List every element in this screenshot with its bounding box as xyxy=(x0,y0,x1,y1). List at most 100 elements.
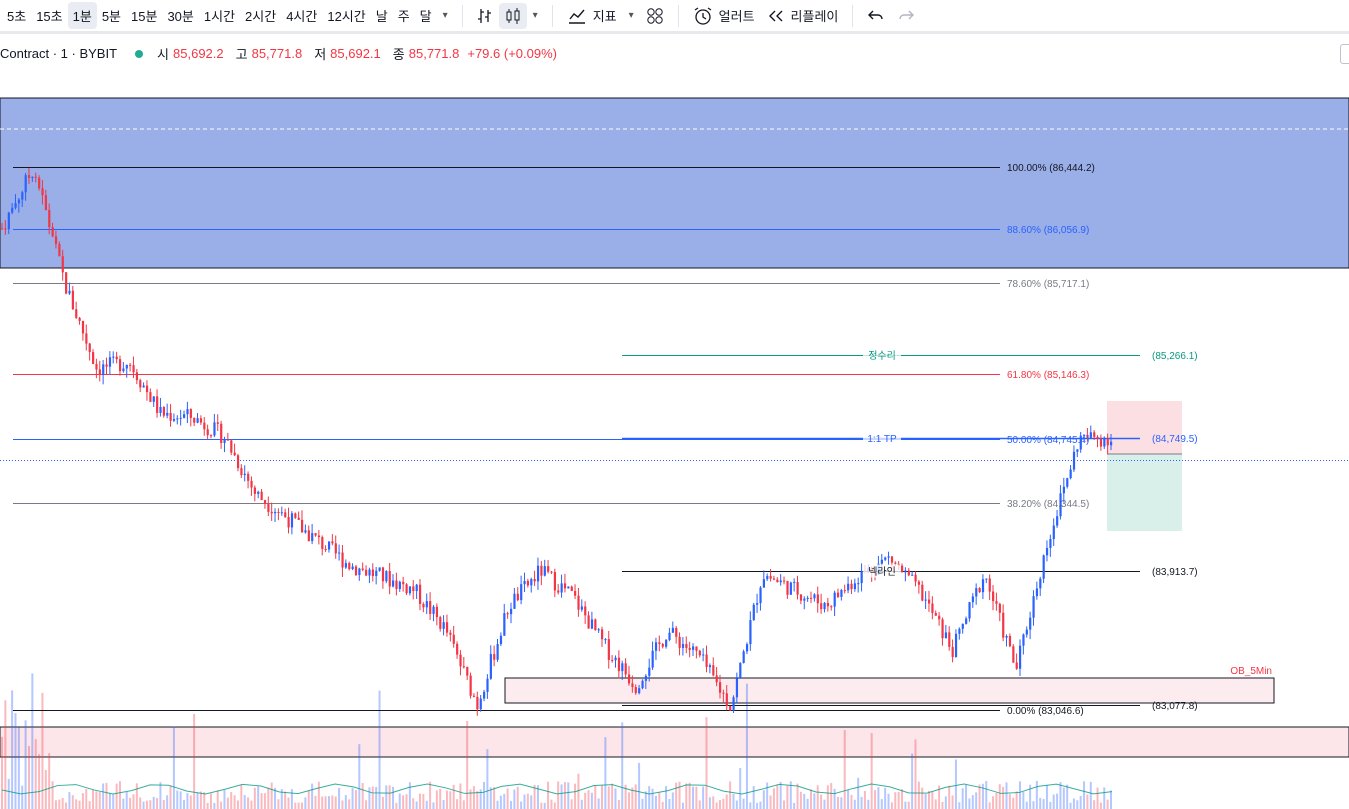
volume-bar xyxy=(287,797,290,809)
candle-body xyxy=(601,629,604,640)
collapse-legend-button[interactable] xyxy=(1340,44,1349,64)
candle-body xyxy=(958,628,961,634)
alert-button[interactable]: 얼러트 xyxy=(687,2,761,30)
candle-body xyxy=(550,571,553,573)
volume-bar xyxy=(65,802,68,809)
undo-button[interactable] xyxy=(861,5,891,27)
candle-body xyxy=(1096,436,1099,440)
bar-chart-type-button[interactable] xyxy=(471,3,499,29)
volume-bar xyxy=(651,788,654,809)
volume-bar xyxy=(1049,801,1052,809)
indicators-button[interactable]: 지표 xyxy=(561,2,623,29)
candle-body xyxy=(68,290,71,294)
volume-bar xyxy=(216,790,219,809)
volume-bar xyxy=(641,798,644,809)
timeframe-12[interactable]: 달 xyxy=(415,2,437,29)
volume-bar xyxy=(1032,801,1035,809)
candle-body xyxy=(944,632,948,639)
candle-chart-type-button[interactable] xyxy=(498,2,527,29)
volume-bar xyxy=(277,799,280,809)
volume-bar xyxy=(220,801,223,809)
indicators-chevron-icon[interactable]: ▾ xyxy=(623,10,640,21)
candle-body xyxy=(948,632,951,647)
volume-bar xyxy=(503,793,506,809)
volume-bar xyxy=(853,799,856,809)
candle-body xyxy=(88,343,91,353)
timeframe-4[interactable]: 15분 xyxy=(126,2,162,29)
replay-button[interactable]: 리플레이 xyxy=(761,2,845,29)
volume-bar xyxy=(820,794,823,809)
candle-body xyxy=(766,576,769,580)
candle-body xyxy=(580,606,583,610)
timeframe-5[interactable]: 30분 xyxy=(162,2,198,29)
symbol-title[interactable]: Contract · 1 · BYBIT xyxy=(0,46,117,61)
chart-type-chevron-icon[interactable]: ▾ xyxy=(527,10,544,21)
low-value: 85,692.1 xyxy=(330,46,381,61)
timeframe-2[interactable]: 1분 xyxy=(67,2,97,29)
timeframe-9[interactable]: 12시간 xyxy=(322,2,370,29)
volume-bar xyxy=(452,784,455,809)
volume-bar xyxy=(830,783,833,809)
candle-body xyxy=(166,412,169,416)
candle-body xyxy=(671,627,674,633)
volume-bar xyxy=(975,792,978,809)
timeframe-1[interactable]: 15초 xyxy=(31,2,67,29)
volume-bar xyxy=(692,786,695,809)
price-chart[interactable]: OB_5Min 100.00% (86,444.2) 88.60% (86,056.… xyxy=(0,90,1349,809)
volume-bar xyxy=(1008,794,1011,809)
candle-body xyxy=(1066,478,1069,487)
timeframe-more-chevron-icon[interactable]: ▾ xyxy=(437,10,454,21)
candle-body xyxy=(729,706,732,711)
templates-button[interactable] xyxy=(640,3,670,29)
candle-body xyxy=(850,583,853,590)
volume-bar xyxy=(843,729,846,809)
candle-body xyxy=(267,504,270,512)
volume-bar xyxy=(745,683,748,809)
candle-body xyxy=(951,646,954,657)
candle-body xyxy=(317,535,321,538)
volume-bar xyxy=(1096,787,1099,809)
candle-body xyxy=(189,409,192,418)
candle-body xyxy=(553,571,557,591)
volume-bar xyxy=(371,786,374,809)
candle-body xyxy=(38,177,41,189)
candle-body xyxy=(247,473,250,481)
timeframe-3[interactable]: 5분 xyxy=(97,2,126,29)
volume-bar xyxy=(1015,791,1018,809)
timeframe-7[interactable]: 2시간 xyxy=(240,2,281,29)
volume-bar xyxy=(469,789,472,809)
volume-bar xyxy=(499,795,502,809)
volume-bar xyxy=(796,783,799,809)
candle-body xyxy=(274,511,277,514)
ob-zone-label: OB_5Min xyxy=(1230,666,1272,677)
candle-body xyxy=(445,622,449,633)
candle-body xyxy=(506,613,509,615)
candle-body xyxy=(432,606,435,614)
candle-body xyxy=(348,563,351,570)
candle-body xyxy=(894,562,897,564)
candle-body xyxy=(1072,451,1076,470)
timeframe-0[interactable]: 5초 xyxy=(2,2,31,29)
candle-body xyxy=(233,452,236,456)
timeframe-6[interactable]: 1시간 xyxy=(199,2,240,29)
volume-bar xyxy=(1005,782,1008,809)
volume-bar xyxy=(769,795,772,809)
timeframe-8[interactable]: 4시간 xyxy=(281,2,322,29)
candle-body xyxy=(803,598,806,601)
volume-bar xyxy=(176,790,179,809)
candle-body xyxy=(745,644,749,652)
timeframe-10[interactable]: 날 xyxy=(371,2,393,29)
candle-body xyxy=(378,567,381,571)
timeframe-11[interactable]: 주 xyxy=(393,2,415,29)
candle-body xyxy=(1052,525,1055,540)
candle-body xyxy=(722,692,725,694)
volume-bar xyxy=(965,784,968,809)
alert-label: 얼러트 xyxy=(718,9,755,24)
volume-bar xyxy=(934,799,937,809)
redo-button[interactable] xyxy=(891,5,921,27)
candle-body xyxy=(429,601,432,614)
candle-body xyxy=(1042,555,1045,579)
candle-body xyxy=(139,380,142,388)
volume-bar xyxy=(1083,781,1086,809)
candle-body xyxy=(786,581,789,595)
